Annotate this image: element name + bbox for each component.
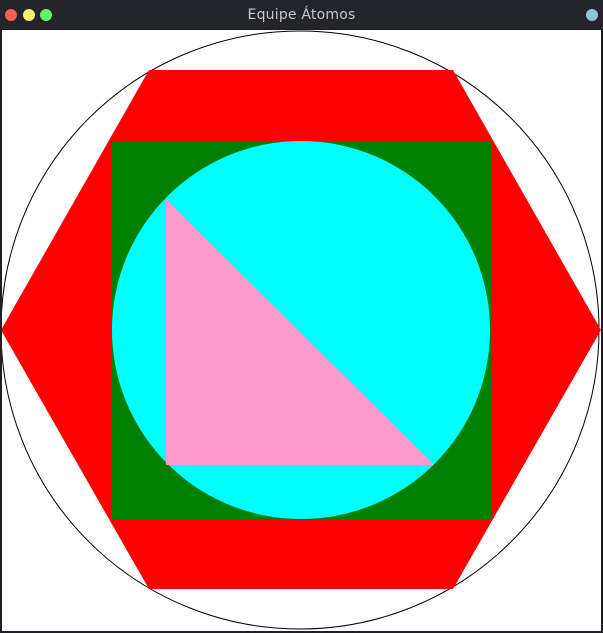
window-title: Equipe Átomos bbox=[247, 7, 356, 23]
status-indicator bbox=[586, 9, 598, 21]
app-window: Equipe Átomos bbox=[0, 0, 603, 633]
canvas-frame bbox=[0, 30, 603, 633]
shapes-svg bbox=[2, 30, 601, 630]
title-bar[interactable]: Equipe Átomos bbox=[0, 0, 603, 30]
drawing-canvas bbox=[2, 30, 601, 631]
